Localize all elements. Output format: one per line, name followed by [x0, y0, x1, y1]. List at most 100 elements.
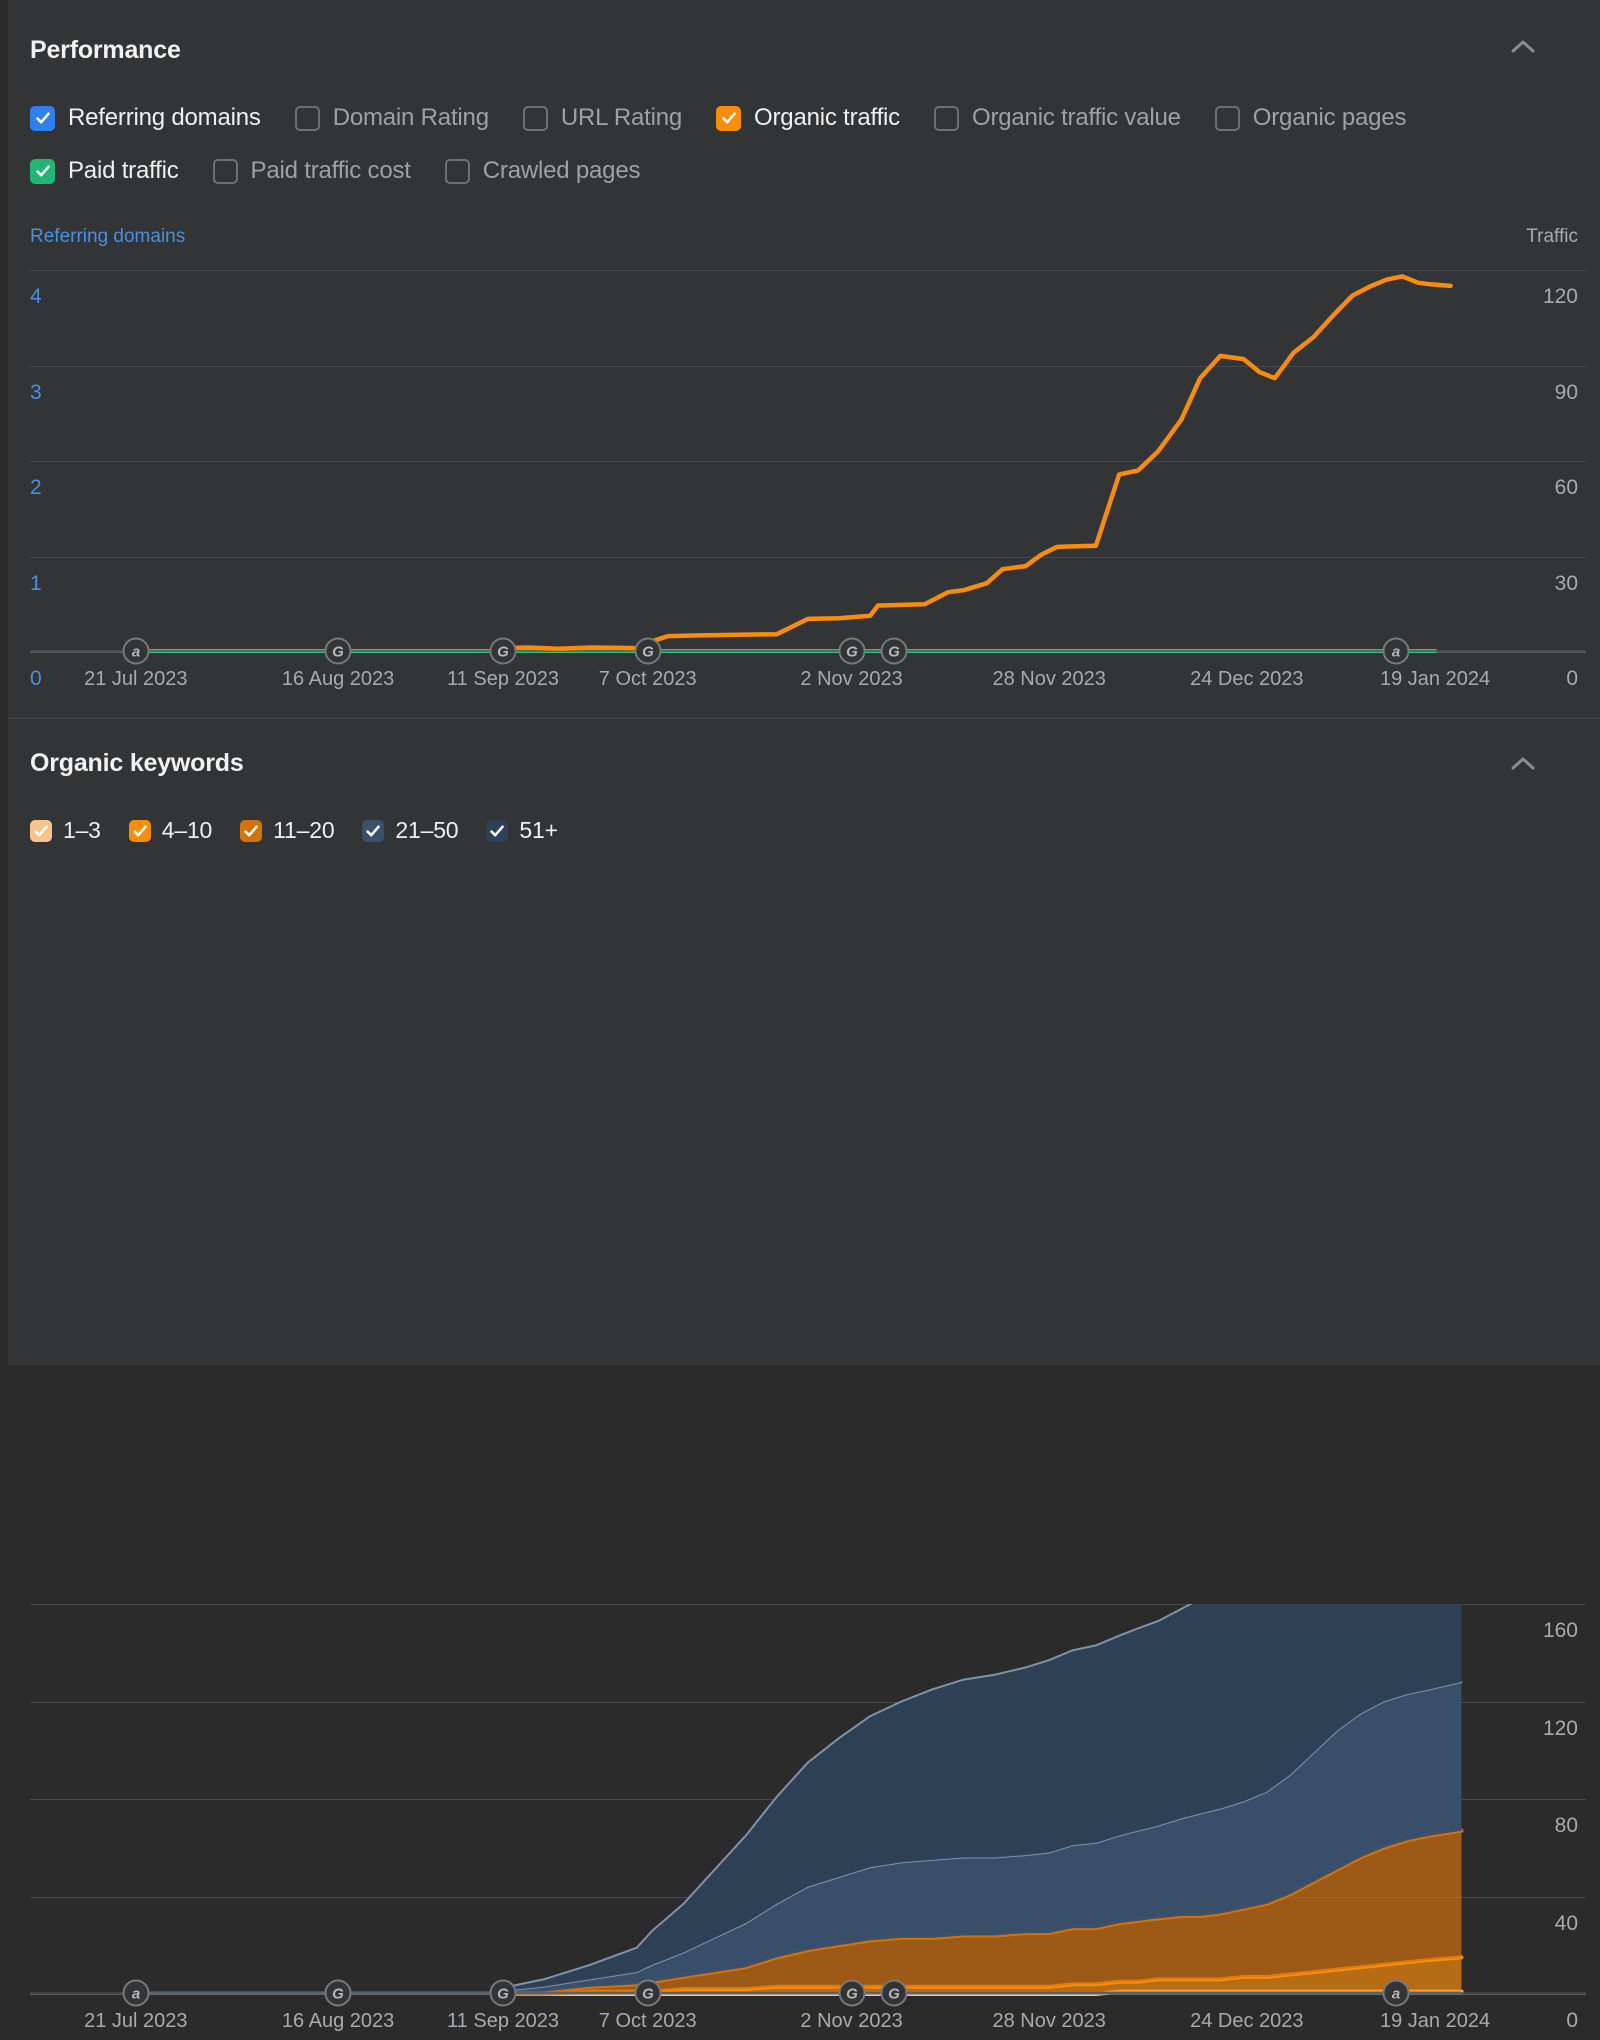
x-axis-tick: 28 Nov 2023	[992, 2010, 1106, 2032]
event-marker-ahrefs[interactable]: a	[1381, 636, 1411, 666]
axis-right-title: Traffic	[1526, 226, 1578, 247]
metric-checkbox-paid-traffic-cost[interactable]: Paid traffic cost	[212, 157, 411, 185]
svg-text:G: G	[332, 1986, 344, 2003]
checkbox-label: 4–10	[161, 817, 213, 843]
metric-checkbox-referring-domains[interactable]: Referring domains	[30, 104, 261, 132]
metric-checkbox-organic-traffic-value[interactable]: Organic traffic value	[933, 104, 1181, 132]
organic-keywords-panel: Organic keywords 1–3 4–10 11–20 21–50 51+ a G…	[8, 719, 1600, 2032]
x-axis-tick: 7 Oct 2023	[598, 668, 697, 690]
x-axis-tick: 11 Sep 2023	[447, 668, 559, 690]
y-axis-right-tick: 0	[1566, 667, 1578, 690]
checkbox-label: Crawled pages	[482, 157, 641, 184]
checkbox-checked-icon[interactable]	[486, 819, 509, 842]
x-axis-tick: 16 Aug 2023	[281, 668, 395, 690]
performance-x-axis: 21 Jul 2023 16 Aug 2023 11 Sep 2023 7 Oct 2…	[8, 668, 1600, 698]
checkbox-checked-icon[interactable]	[30, 158, 55, 184]
left-edge-strip	[0, 0, 8, 1365]
event-marker-google[interactable]: G	[837, 636, 867, 666]
event-marker-google[interactable]: G	[323, 1978, 353, 2008]
checkbox-label: 51+	[519, 817, 558, 843]
checkbox-checked-icon[interactable]	[128, 819, 151, 842]
event-marker-google[interactable]: G	[488, 636, 518, 666]
y-axis-left-tick: 1	[30, 572, 42, 595]
event-marker-google[interactable]: G	[879, 636, 909, 666]
checkbox-label: Organic traffic value	[971, 104, 1181, 131]
chevron-up-icon[interactable]	[1506, 30, 1540, 64]
x-axis-tick: 21 Jul 2023	[84, 668, 188, 690]
checkbox-unchecked-icon[interactable]	[212, 158, 238, 184]
checkbox-checked-icon[interactable]	[30, 819, 52, 842]
svg-text:G: G	[888, 1986, 900, 2003]
checkbox-label: Paid traffic	[68, 157, 179, 184]
checkbox-label: Domain Rating	[332, 104, 489, 131]
event-marker-ahrefs[interactable]: a	[121, 1978, 151, 2008]
checkbox-checked-icon[interactable]	[716, 105, 742, 131]
metric-checkbox-organic-traffic[interactable]: Organic traffic	[716, 104, 900, 132]
svg-text:a: a	[1392, 1986, 1400, 2003]
app-root: Performance Referring domains Domain Rati…	[0, 0, 1600, 2032]
checkbox-label: URL Rating	[560, 104, 683, 131]
x-axis-tick: 24 Dec 2023	[1190, 668, 1304, 690]
y-axis-left-tick: 4	[30, 285, 42, 308]
event-marker-ahrefs[interactable]: a	[1381, 1978, 1411, 2008]
metric-checkbox-paid-traffic[interactable]: Paid traffic	[30, 157, 179, 185]
x-axis-tick: 19 Jan 2024	[1380, 668, 1491, 690]
page-title-organic-keywords: Organic keywords	[30, 749, 244, 777]
checkbox-checked-icon[interactable]	[30, 105, 55, 131]
performance-panel: Performance Referring domains Domain Rati…	[8, 0, 1600, 718]
y-axis-left-tick: 3	[30, 381, 42, 404]
checkbox-label: 21–50	[395, 817, 459, 843]
checkbox-unchecked-icon[interactable]	[522, 105, 548, 131]
event-marker-ahrefs[interactable]: a	[121, 636, 151, 666]
keyword-bucket-checkbox-21-50[interactable]: 21–50	[362, 817, 459, 844]
x-axis-tick: 2 Nov 2023	[800, 2010, 903, 2032]
keyword-bucket-checkbox-51[interactable]: 51+	[486, 817, 558, 844]
svg-text:G: G	[497, 644, 509, 661]
keyword-bucket-checkbox-1-3[interactable]: 1–3	[30, 817, 101, 844]
event-marker-google[interactable]: G	[879, 1978, 909, 2008]
x-axis-tick: 21 Jul 2023	[84, 2010, 188, 2032]
svg-text:G: G	[846, 1986, 858, 2003]
y-axis-right-tick: 60	[1554, 476, 1578, 499]
checkbox-unchecked-icon[interactable]	[1214, 105, 1240, 131]
checkbox-label: Paid traffic cost	[250, 157, 411, 184]
event-marker-google[interactable]: G	[323, 636, 353, 666]
x-axis-tick: 2 Nov 2023	[800, 668, 903, 690]
svg-text:a: a	[132, 1986, 140, 2003]
keyword-bucket-checkbox-4-10[interactable]: 4–10	[128, 817, 213, 844]
organic-keywords-x-axis: 21 Jul 2023 16 Aug 2023 11 Sep 2023 7 Oct 2…	[8, 2010, 1600, 2040]
x-axis-tick: 28 Nov 2023	[992, 668, 1106, 690]
checkbox-unchecked-icon[interactable]	[933, 105, 959, 131]
y-axis-right-tick: 90	[1554, 381, 1578, 404]
organic-keywords-legend: 1–3 4–10 11–20 21–50 51+	[30, 817, 586, 844]
x-axis-tick: 7 Oct 2023	[598, 2010, 697, 2032]
y-axis-right-tick: 120	[1542, 1717, 1578, 1740]
event-marker-google[interactable]: G	[488, 1978, 518, 2008]
metric-checkbox-url-rating[interactable]: URL Rating	[522, 104, 683, 132]
checkbox-checked-icon[interactable]	[240, 819, 263, 842]
y-axis-right-tick: 80	[1554, 1814, 1578, 1837]
checkbox-label: Referring domains	[68, 104, 261, 131]
checkbox-checked-icon[interactable]	[362, 819, 385, 842]
x-axis-tick: 24 Dec 2023	[1190, 2010, 1304, 2032]
event-marker-google[interactable]: G	[633, 1978, 663, 2008]
checkbox-unchecked-icon[interactable]	[294, 105, 320, 131]
metric-checkbox-domain-rating[interactable]: Domain Rating	[294, 104, 489, 132]
checkbox-label: 1–3	[63, 817, 101, 843]
x-axis-tick: 16 Aug 2023	[281, 2010, 395, 2032]
keyword-bucket-checkbox-11-20[interactable]: 11–20	[240, 817, 335, 844]
metric-checkbox-organic-pages[interactable]: Organic pages	[1214, 104, 1406, 132]
y-axis-right-tick: 120	[1542, 285, 1578, 308]
event-marker-google[interactable]: G	[633, 636, 663, 666]
svg-text:G: G	[888, 644, 900, 661]
svg-text:a: a	[1392, 644, 1400, 661]
performance-plot-area: a G G G G Ga	[30, 270, 1586, 665]
y-axis-right-tick: 30	[1554, 572, 1578, 595]
chevron-up-icon[interactable]	[1506, 747, 1540, 781]
x-axis-tick: 11 Sep 2023	[447, 2010, 559, 2032]
metric-checkbox-crawled-pages[interactable]: Crawled pages	[444, 157, 641, 185]
y-axis-right-tick: 40	[1554, 1912, 1578, 1935]
event-marker-google[interactable]: G	[837, 1978, 867, 2008]
page-title-performance: Performance	[30, 36, 181, 64]
checkbox-unchecked-icon[interactable]	[444, 158, 470, 184]
